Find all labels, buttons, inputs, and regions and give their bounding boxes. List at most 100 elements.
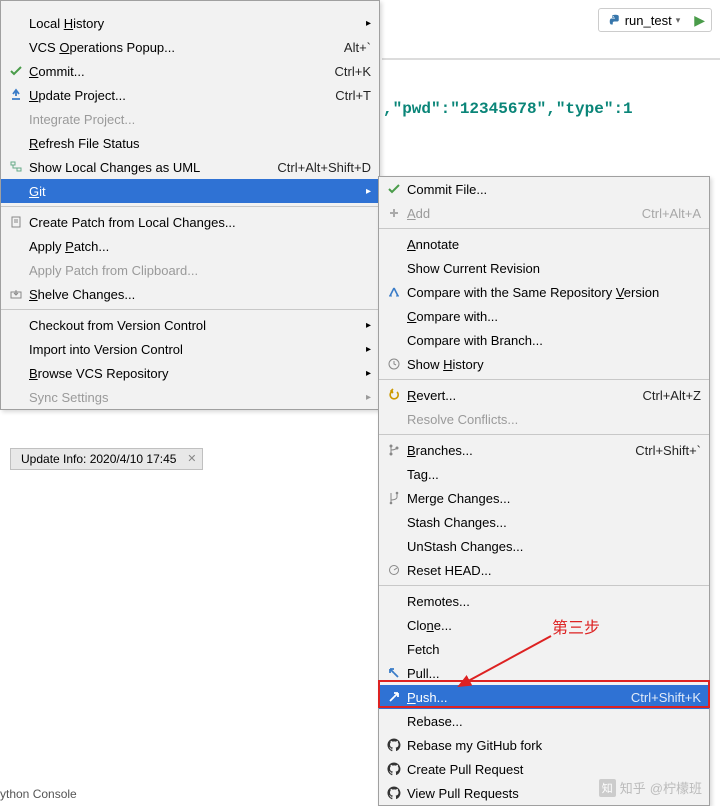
branch-icon <box>385 441 403 459</box>
git-menu-rebase[interactable]: Rebase... <box>379 709 709 733</box>
blank-icon <box>7 237 25 255</box>
vcs-menu-update-project[interactable]: Update Project...Ctrl+T <box>1 83 379 107</box>
submenu-arrow-icon: ▸ <box>366 18 371 29</box>
watermark-user: @柠檬班 <box>650 778 702 797</box>
run-config-label: run_test <box>625 13 672 28</box>
check-green-icon <box>7 62 25 80</box>
shortcut-label: Ctrl+Alt+Z <box>642 388 701 403</box>
github-icon <box>385 736 403 754</box>
blank-icon <box>7 261 25 279</box>
blank-icon <box>385 537 403 555</box>
blank-icon <box>385 592 403 610</box>
vcs-menu-browse-vcs-repository[interactable]: Browse VCS Repository ▸ <box>1 361 379 385</box>
blank-icon <box>385 331 403 349</box>
submenu-arrow-icon: ▸ <box>366 392 371 403</box>
blank-icon <box>7 340 25 358</box>
submenu-arrow-icon: ▸ <box>366 368 371 379</box>
git-menu-unstash-changes[interactable]: UnStash Changes... <box>379 534 709 558</box>
blank-icon <box>385 513 403 531</box>
shortcut-label: Ctrl+Alt+A <box>642 206 701 221</box>
menu-item-label: Reset HEAD... <box>403 563 701 578</box>
vcs-menu-refresh-file-status[interactable]: Refresh File Status <box>1 131 379 155</box>
git-menu-compare-with-branch[interactable]: Compare with Branch... <box>379 328 709 352</box>
blank-icon <box>385 465 403 483</box>
git-menu-compare-with[interactable]: Compare with... <box>379 304 709 328</box>
close-icon[interactable]: ✕ <box>187 452 196 465</box>
callout-arrow <box>453 632 553 692</box>
compare-icon <box>385 283 403 301</box>
vcs-menu-create-patch-from-local-changes[interactable]: Create Patch from Local Changes... <box>1 210 379 234</box>
menu-separator <box>379 585 709 586</box>
menu-item-label: Local History <box>25 16 360 31</box>
git-menu-rebase-my-github-fork[interactable]: Rebase my GitHub fork <box>379 733 709 757</box>
menu-item-label: Merge Changes... <box>403 491 701 506</box>
blank-icon <box>385 307 403 325</box>
vcs-menu-import-into-version-control[interactable]: Import into Version Control▸ <box>1 337 379 361</box>
menu-item-label: Browse VCS Repository <box>25 366 360 381</box>
shelve-icon <box>7 285 25 303</box>
git-menu-compare-with-the-same-repository-version[interactable]: Compare with the Same Repository Version <box>379 280 709 304</box>
blank-icon <box>7 14 25 32</box>
vcs-menu-vcs-operations-popup[interactable]: VCS Operations Popup...Alt+` <box>1 35 379 59</box>
git-menu-reset-head[interactable]: Reset HEAD... <box>379 558 709 582</box>
menu-item-label: Create Patch from Local Changes... <box>25 215 371 230</box>
git-menu-show-current-revision[interactable]: Show Current Revision <box>379 256 709 280</box>
git-menu-stash-changes[interactable]: Stash Changes... <box>379 510 709 534</box>
menu-item-label: Stash Changes... <box>403 515 701 530</box>
blank-icon <box>7 388 25 406</box>
menu-item-label: Sync Settings <box>25 390 360 405</box>
revert-icon <box>385 386 403 404</box>
git-menu-revert[interactable]: Revert...Ctrl+Alt+Z <box>379 383 709 407</box>
vcs-menu-apply-patch[interactable]: Apply Patch... <box>1 234 379 258</box>
blank-icon <box>7 316 25 334</box>
menu-separator <box>1 206 379 207</box>
git-menu-branches[interactable]: Branches...Ctrl+Shift+` <box>379 438 709 462</box>
git-menu-merge-changes[interactable]: Merge Changes... <box>379 486 709 510</box>
git-menu-resolve-conflicts: Resolve Conflicts... <box>379 407 709 431</box>
git-menu-commit-file[interactable]: Commit File... <box>379 177 709 201</box>
blank-icon <box>7 134 25 152</box>
git-menu-annotate[interactable]: Annotate <box>379 232 709 256</box>
vcs-menu-show-local-changes-as-uml[interactable]: Show Local Changes as UMLCtrl+Alt+Shift+… <box>1 155 379 179</box>
menu-item-label: Integrate Project... <box>25 112 371 127</box>
menu-item-label: Resolve Conflicts... <box>403 412 701 427</box>
zhihu-icon: 知 <box>599 779 616 797</box>
submenu-arrow-icon: ▸ <box>366 186 371 197</box>
clock-icon <box>385 355 403 373</box>
menu-item-label: Commit File... <box>403 182 701 197</box>
status-tab[interactable]: Update Info: 2020/4/10 17:45 ✕ <box>10 448 203 470</box>
menu-item-label: Remotes... <box>403 594 701 609</box>
watermark-site: 知乎 <box>620 778 646 797</box>
menu-item-label: Apply Patch... <box>25 239 371 254</box>
menu-item-label: Compare with... <box>403 309 701 324</box>
push-green-icon <box>385 688 403 706</box>
vcs-menu-commit[interactable]: Commit...Ctrl+K <box>1 59 379 83</box>
menu-item-label: Tag... <box>403 467 701 482</box>
check-green-icon <box>385 180 403 198</box>
vcs-menu-git[interactable]: Git▸ <box>1 179 379 203</box>
plus-gray-icon <box>385 204 403 222</box>
blank-icon <box>385 640 403 658</box>
blank-icon <box>385 712 403 730</box>
run-config-dropdown[interactable]: run_test ▾ <box>605 13 685 28</box>
menu-item-label: Commit... <box>25 64 327 79</box>
menu-item-label: Add <box>403 206 634 221</box>
menu-item-label: Show Current Revision <box>403 261 701 276</box>
menu-item-label: Compare with Branch... <box>403 333 701 348</box>
menu-item-label: Refresh File Status <box>25 136 371 151</box>
run-button[interactable]: ▶ <box>694 12 705 29</box>
blank-icon <box>385 410 403 428</box>
menu-item-label: Annotate <box>403 237 701 252</box>
git-menu-remotes[interactable]: Remotes... <box>379 589 709 613</box>
vcs-menu-checkout-from-version-control[interactable]: Checkout from Version Control▸ <box>1 313 379 337</box>
patch-icon <box>7 213 25 231</box>
reset-icon <box>385 561 403 579</box>
vcs-menu-local-history[interactable]: Local History ▸ <box>1 11 379 35</box>
menu-item-label: Checkout from Version Control <box>25 318 360 333</box>
github-icon <box>385 760 403 778</box>
github-icon <box>385 784 403 802</box>
vcs-menu-shelve-changes[interactable]: Shelve Changes... <box>1 282 379 306</box>
git-menu-tag[interactable]: Tag... <box>379 462 709 486</box>
git-menu-show-history[interactable]: Show History <box>379 352 709 376</box>
watermark: 知 知乎 @柠檬班 <box>599 778 702 797</box>
